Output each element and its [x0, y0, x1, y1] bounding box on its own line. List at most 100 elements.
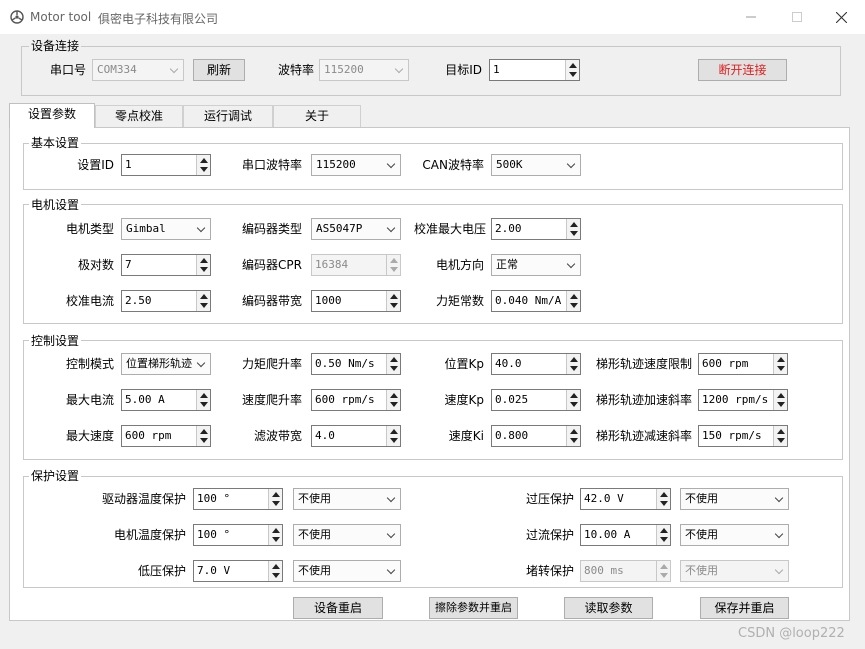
motor-temp-field[interactable]: 100 °: [193, 524, 283, 546]
spinner-icon[interactable]: [656, 525, 670, 545]
serial-baud-select[interactable]: 115200: [311, 154, 401, 176]
position-kp-field[interactable]: 40.0: [491, 353, 581, 375]
tab-zero-calibration[interactable]: 零点校准: [95, 105, 183, 127]
spinner-icon[interactable]: [196, 155, 210, 175]
max-current-field[interactable]: 5.00 A: [121, 389, 211, 411]
velocity-ki-field[interactable]: 0.800: [491, 425, 581, 447]
close-icon: [835, 11, 847, 23]
overcurrent-mode: 不使用: [685, 528, 718, 541]
read-params-button[interactable]: 读取参数: [564, 597, 653, 619]
spinner-icon[interactable]: [386, 291, 400, 311]
velocity-kp-value: 0.025: [495, 393, 529, 406]
spinner-icon[interactable]: [566, 354, 580, 374]
encoder-bandwidth-field[interactable]: 1000: [311, 290, 401, 312]
control-mode-select[interactable]: 位置梯形轨迹: [121, 353, 211, 375]
chevron-down-icon: [774, 529, 784, 539]
tab-about[interactable]: 关于: [273, 105, 361, 127]
cal-voltage-value: 2.00: [495, 222, 522, 235]
overvoltage-mode-select[interactable]: 不使用: [680, 488, 789, 510]
torque-ramp-label: 力矩爬升率: [241, 357, 302, 371]
spinner-icon[interactable]: [196, 255, 210, 275]
erase-restart-button[interactable]: 擦除参数并重启: [429, 597, 518, 619]
tab-run-debug[interactable]: 运行调试: [183, 105, 273, 127]
driver-temp-field[interactable]: 100 °: [193, 488, 283, 510]
restart-device-button[interactable]: 设备重启: [293, 597, 383, 619]
spinner-icon[interactable]: [386, 426, 400, 446]
spinner-icon[interactable]: [566, 219, 580, 239]
traj-decel-label: 梯形轨迹减速斜率: [595, 429, 692, 443]
torque-constant-value: 0.040 Nm/A: [495, 294, 562, 307]
can-baud-select[interactable]: 500K: [491, 154, 581, 176]
max-speed-field[interactable]: 600 rpm: [121, 425, 211, 447]
spinner-icon[interactable]: [656, 489, 670, 509]
chevron-down-icon: [386, 493, 396, 503]
overcurrent-mode-select[interactable]: 不使用: [680, 524, 789, 546]
motor-type-select[interactable]: Gimbal: [121, 218, 211, 240]
spinner-icon[interactable]: [196, 426, 210, 446]
filter-bandwidth-label: 滤波带宽: [253, 429, 302, 443]
torque-ramp-value: 0.50 Nm/s: [315, 357, 375, 370]
torque-ramp-field[interactable]: 0.50 Nm/s: [311, 353, 401, 375]
motor-temp-label: 电机温度保护: [113, 528, 186, 542]
velocity-ki-value: 0.800: [495, 429, 529, 442]
port-select[interactable]: COM334: [92, 59, 184, 81]
velocity-kp-field[interactable]: 0.025: [491, 389, 581, 411]
minimize-button[interactable]: [728, 0, 774, 34]
torque-constant-label: 力矩常数: [435, 294, 484, 308]
refresh-button[interactable]: 刷新: [193, 59, 245, 81]
target-id-field[interactable]: 1: [489, 59, 580, 81]
disconnect-button[interactable]: 断开连接: [698, 59, 787, 81]
filter-bandwidth-field[interactable]: 4.0: [311, 425, 401, 447]
motor-direction-select[interactable]: 正常: [491, 254, 581, 276]
connection-group-title: 设备连接: [29, 39, 82, 53]
spinner-icon[interactable]: [386, 390, 400, 410]
cal-voltage-label: 校准最大电压: [413, 222, 486, 236]
app-icon: [10, 10, 24, 24]
spinner-icon[interactable]: [386, 354, 400, 374]
spinner-icon[interactable]: [268, 561, 282, 581]
traj-velocity-limit-field[interactable]: 600 rpm: [698, 353, 788, 375]
spinner-icon[interactable]: [566, 390, 580, 410]
position-kp-value: 40.0: [495, 357, 522, 370]
max-current-label: 最大电流: [65, 393, 114, 407]
device-id-field[interactable]: 1: [121, 154, 211, 176]
torque-constant-field[interactable]: 0.040 Nm/A: [491, 290, 581, 312]
spinner-icon[interactable]: [773, 354, 787, 374]
stall-mode: 不使用: [685, 564, 718, 577]
driver-temp-label: 驱动器温度保护: [101, 492, 186, 506]
maximize-button[interactable]: [774, 0, 820, 34]
motor-temp-mode-select[interactable]: 不使用: [293, 524, 401, 546]
spinner-icon: [656, 561, 670, 581]
driver-temp-mode-select[interactable]: 不使用: [293, 488, 401, 510]
velocity-ramp-field[interactable]: 600 rpm/s: [311, 389, 401, 411]
spinner-icon[interactable]: [196, 291, 210, 311]
undervoltage-field[interactable]: 7.0 V: [193, 560, 283, 582]
overvoltage-field[interactable]: 42.0 V: [580, 488, 671, 510]
traj-decel-field[interactable]: 150 rpm/s: [698, 425, 788, 447]
watermark: CSDN @loop222: [738, 626, 845, 641]
close-button[interactable]: [818, 0, 864, 34]
save-restart-button[interactable]: 保存并重启: [700, 597, 789, 619]
spinner-icon[interactable]: [565, 60, 579, 80]
encoder-type-select[interactable]: AS5047P: [311, 218, 401, 240]
tab-settings[interactable]: 设置参数: [9, 103, 95, 128]
target-id-value: 1: [493, 63, 500, 76]
spinner-icon[interactable]: [566, 426, 580, 446]
cal-voltage-field[interactable]: 2.00: [491, 218, 581, 240]
stall-value: 800 ms: [584, 564, 624, 577]
pole-pairs-field[interactable]: 7: [121, 254, 211, 276]
spinner-icon[interactable]: [773, 390, 787, 410]
undervoltage-mode-select[interactable]: 不使用: [293, 560, 401, 582]
overcurrent-field[interactable]: 10.00 A: [580, 524, 671, 546]
spinner-icon[interactable]: [196, 390, 210, 410]
overvoltage-value: 42.0 V: [584, 492, 624, 505]
overcurrent-label: 过流保护: [525, 528, 574, 542]
spinner-icon[interactable]: [773, 426, 787, 446]
spinner-icon[interactable]: [268, 489, 282, 509]
cal-current-field[interactable]: 2.50: [121, 290, 211, 312]
baud-select[interactable]: 115200: [319, 59, 409, 81]
spinner-icon[interactable]: [268, 525, 282, 545]
spinner-icon[interactable]: [566, 291, 580, 311]
driver-temp-mode: 不使用: [298, 492, 331, 505]
traj-accel-field[interactable]: 1200 rpm/s: [698, 389, 788, 411]
